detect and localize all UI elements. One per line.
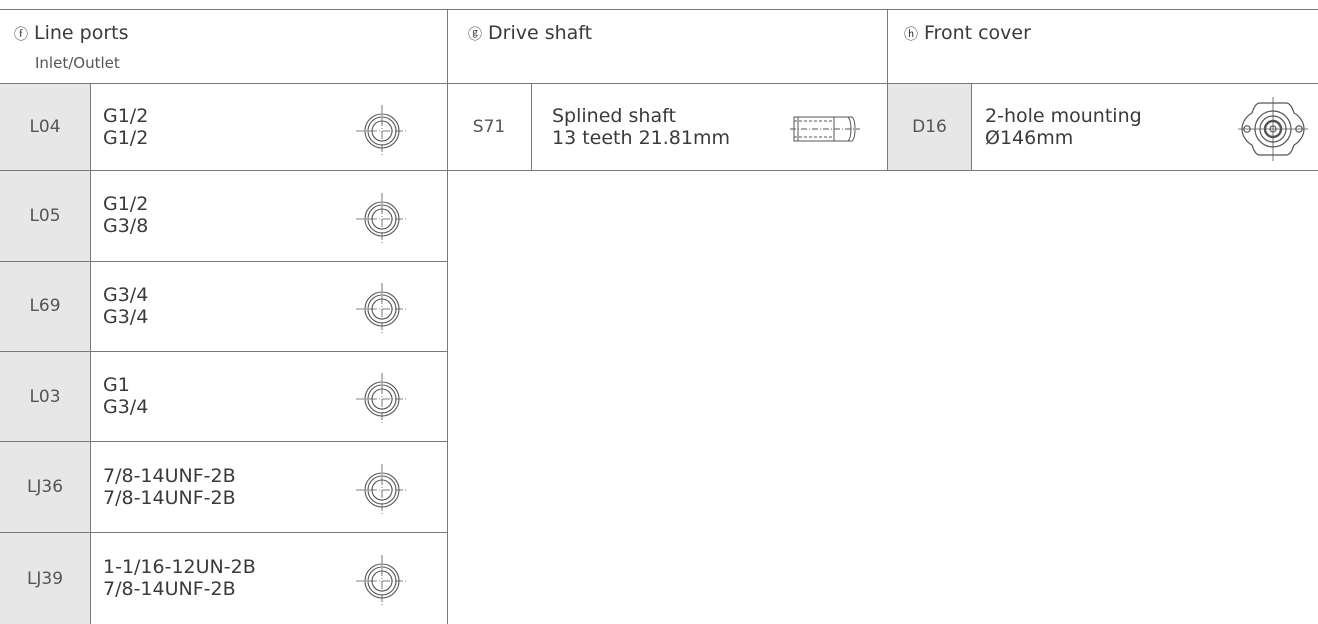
port-description: G1/2 G3/8 bbox=[103, 193, 148, 237]
shaft-spec: 13 teeth 21.81mm bbox=[552, 127, 730, 149]
port-symbol-icon bbox=[356, 105, 408, 157]
front-cover-title: Front cover bbox=[924, 22, 1031, 44]
inlet-thread: G1 bbox=[103, 374, 130, 396]
port-symbol-icon bbox=[356, 283, 408, 335]
code-column-divider-1 bbox=[90, 83, 91, 624]
port-code: L69 bbox=[29, 296, 61, 316]
outlet-thread: 7/8-14UNF-2B bbox=[103, 487, 236, 509]
port-code: L05 bbox=[29, 206, 61, 226]
port-description: 7/8-14UNF-2B 7/8-14UNF-2B bbox=[103, 465, 236, 509]
front-cover-header: ⓗ Front cover bbox=[904, 22, 1031, 44]
inlet-thread: 1-1/16-12UN-2B bbox=[103, 556, 256, 578]
inlet-thread: G1/2 bbox=[103, 193, 149, 215]
cover-diameter: Ø146mm bbox=[985, 127, 1074, 149]
port-description: G1/2 G1/2 bbox=[103, 105, 148, 149]
code-column-divider-2 bbox=[531, 83, 532, 170]
inlet-thread: 7/8-14UNF-2B bbox=[103, 465, 236, 487]
port-description: G3/4 G3/4 bbox=[103, 284, 148, 328]
port-symbol-icon bbox=[356, 464, 408, 516]
drive-shaft-header: ⓖ Drive shaft bbox=[468, 22, 592, 44]
port-description: G1 G3/4 bbox=[103, 374, 148, 418]
section-letter-f: ⓕ bbox=[14, 27, 28, 43]
shaft-description: Splined shaft 13 teeth 21.81mm bbox=[552, 105, 730, 149]
port-symbol-icon bbox=[356, 555, 408, 607]
shaft-code: S71 bbox=[472, 117, 506, 137]
mounting-flange-icon bbox=[1238, 97, 1308, 161]
outlet-thread: G3/8 bbox=[103, 215, 149, 237]
port-symbol-icon bbox=[356, 193, 408, 245]
port-code: LJ39 bbox=[26, 569, 64, 589]
splined-shaft-icon bbox=[790, 116, 860, 142]
table-top-rule bbox=[0, 9, 1318, 10]
section-letter-g: ⓖ bbox=[468, 27, 482, 43]
outlet-thread: G3/4 bbox=[103, 396, 149, 418]
port-description: 1-1/16-12UN-2B 7/8-14UNF-2B bbox=[103, 556, 256, 600]
line-ports-header: ⓕ Line ports bbox=[14, 22, 128, 44]
cover-description: 2-hole mounting Ø146mm bbox=[985, 105, 1142, 149]
cover-mounting: 2-hole mounting bbox=[985, 105, 1142, 127]
shaft-type: Splined shaft bbox=[552, 105, 676, 127]
outlet-thread: G1/2 bbox=[103, 127, 149, 149]
port-code: L04 bbox=[29, 117, 61, 137]
drive-shaft-title: Drive shaft bbox=[488, 22, 593, 44]
outlet-thread: 7/8-14UNF-2B bbox=[103, 578, 236, 600]
port-code: L03 bbox=[29, 387, 61, 407]
header-bottom-rule bbox=[0, 83, 1318, 84]
inlet-thread: G3/4 bbox=[103, 284, 149, 306]
section-letter-h: ⓗ bbox=[904, 27, 918, 43]
port-symbol-icon bbox=[356, 373, 408, 425]
port-code: LJ36 bbox=[26, 477, 64, 497]
code-column-divider-3 bbox=[971, 83, 972, 170]
outlet-thread: G3/4 bbox=[103, 306, 149, 328]
section-divider-1 bbox=[447, 9, 448, 624]
inlet-thread: G1/2 bbox=[103, 105, 149, 127]
line-ports-subtitle: Inlet/Outlet bbox=[35, 54, 120, 72]
cover-code: D16 bbox=[912, 117, 947, 137]
line-ports-title: Line ports bbox=[34, 22, 129, 44]
row-1-rule bbox=[0, 170, 1318, 171]
